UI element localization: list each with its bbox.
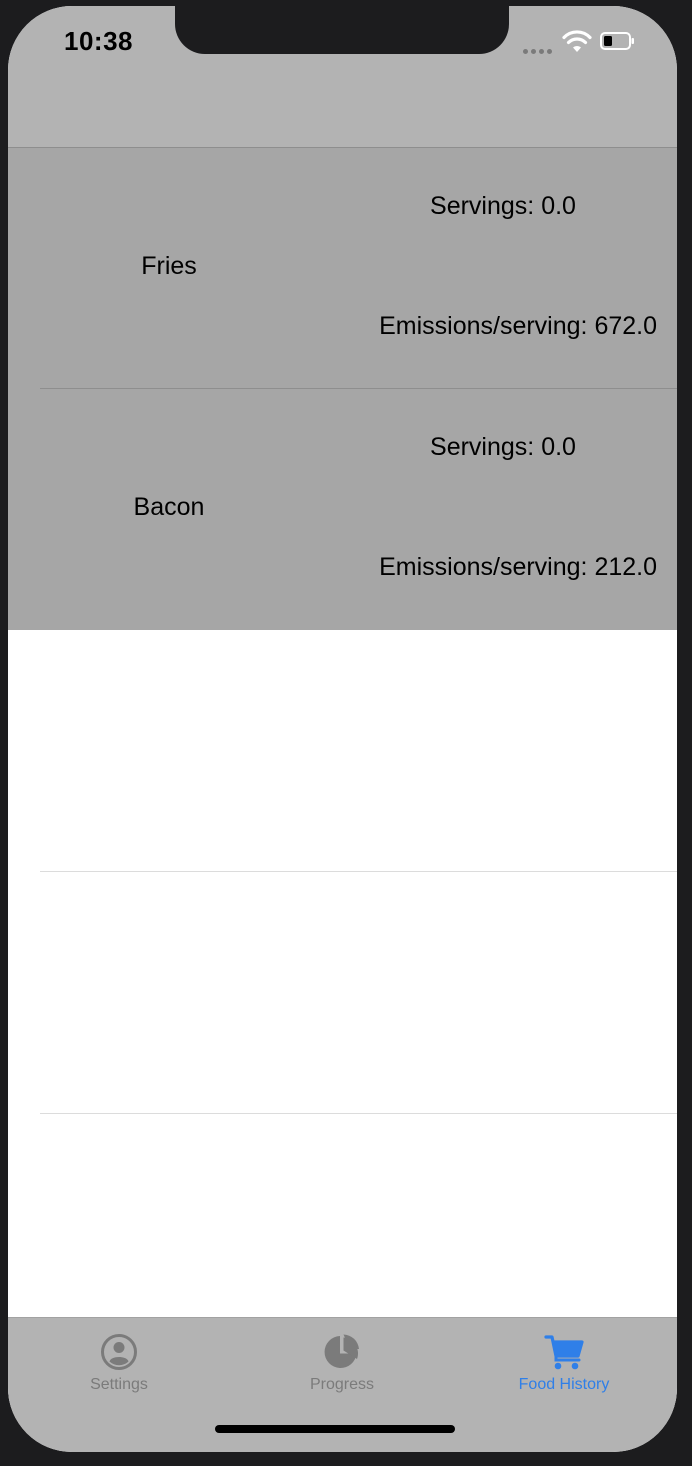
empty-row [8,872,677,1114]
row-divider [40,1113,677,1114]
tab-settings[interactable]: Settings [29,1332,209,1402]
food-row-bacon[interactable]: Servings: 0.0 Bacon Emissions/serving: 2… [8,389,677,630]
tab-label: Settings [90,1376,148,1393]
cellular-signal-icon [523,48,555,54]
food-history-list: Servings: 0.0 Fries Emissions/serving: 6… [8,148,677,1114]
shopping-cart-icon [544,1335,584,1370]
food-name: Fries [141,252,197,280]
device-screen: 10:38 Servings: 0.0 Fries Emissions/serv… [8,6,677,1452]
wifi-icon [562,30,592,52]
emissions-label: Emissions/serving: 672.0 [379,312,657,340]
navigation-bar: 10:38 [8,6,677,148]
servings-label: Servings: 0.0 [430,433,576,461]
emissions-label: Emissions/serving: 212.0 [379,553,657,581]
food-name: Bacon [133,493,205,521]
pie-chart-icon [324,1334,359,1368]
status-time: 10:38 [64,26,133,56]
tab-label: Progress [309,1376,375,1393]
device-notch [175,6,509,54]
food-row-fries[interactable]: Servings: 0.0 Fries Emissions/serving: 6… [8,148,677,389]
servings-label: Servings: 0.0 [430,192,576,220]
person-circle-icon [101,1334,137,1370]
home-indicator[interactable] [215,1425,455,1433]
tab-food-history[interactable]: Food History [474,1332,654,1402]
tab-progress[interactable]: Progress [252,1332,432,1402]
empty-row [8,630,677,872]
tab-label: Food History [518,1376,610,1393]
battery-icon [600,32,634,50]
